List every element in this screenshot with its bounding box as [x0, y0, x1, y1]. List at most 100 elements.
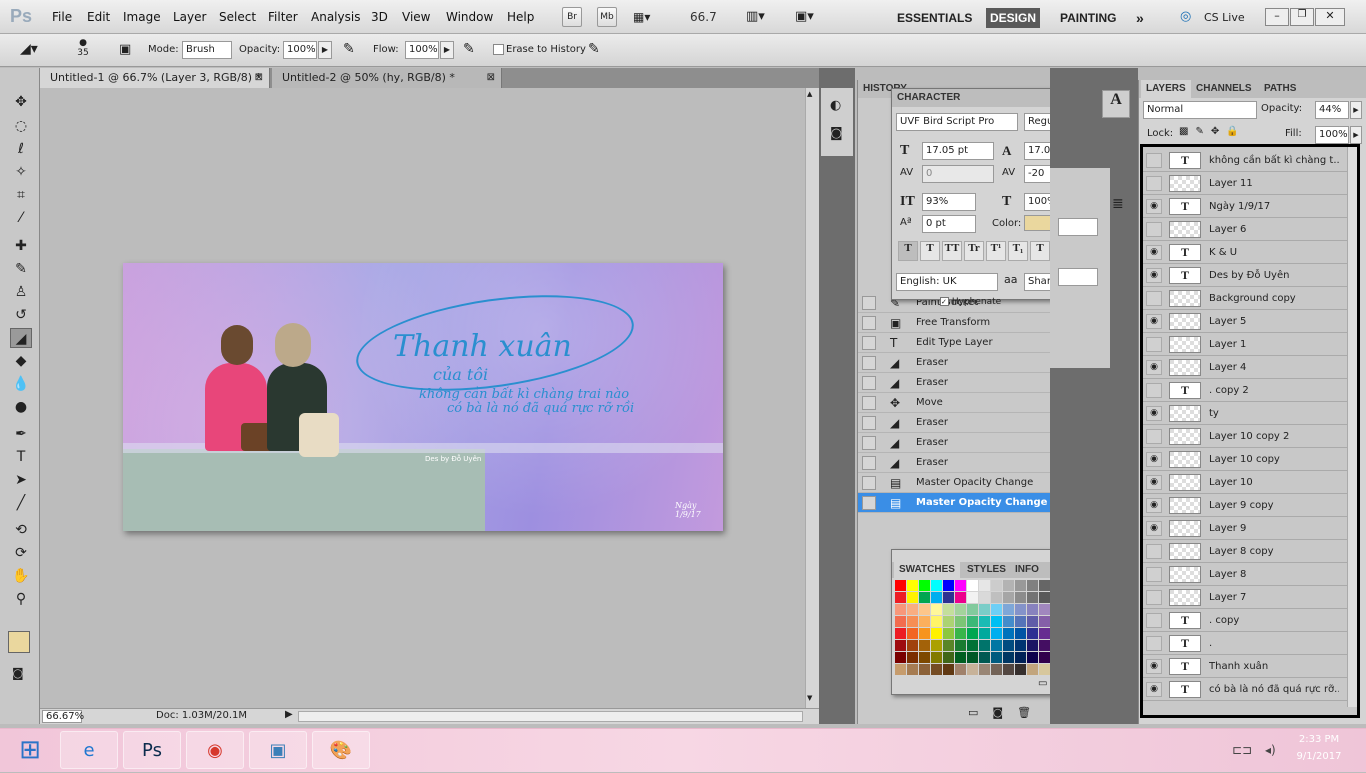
layer-thumbnail[interactable] — [1169, 290, 1201, 307]
eyedropper-tool-icon[interactable]: ⁄ — [10, 208, 32, 228]
visibility-toggle[interactable] — [1146, 153, 1162, 168]
menu-image[interactable]: Image — [123, 10, 161, 24]
color-swatch[interactable] — [931, 604, 942, 615]
flow-slider-button[interactable]: ▶ — [440, 41, 454, 59]
workspace-design[interactable]: DESIGN — [986, 8, 1041, 28]
history-item[interactable]: ◢ Eraser — [858, 373, 1050, 393]
history-item[interactable]: ✥ Move — [858, 393, 1050, 413]
history-item[interactable]: ▣ Free Transform — [858, 313, 1050, 333]
layer-row[interactable]: T. — [1143, 632, 1353, 655]
color-swatch[interactable] — [919, 580, 930, 591]
color-swatch[interactable] — [979, 664, 990, 675]
layer-opacity-input[interactable]: 44% — [1315, 101, 1349, 119]
color-swatch[interactable] — [907, 604, 918, 615]
history-snapshot-checkbox[interactable] — [862, 456, 876, 470]
start-button-icon[interactable]: ⊞ — [2, 731, 58, 769]
view-extras-icon[interactable]: ▦▾ — [633, 10, 650, 24]
paragraph-field[interactable] — [1058, 268, 1098, 286]
color-swatch[interactable] — [979, 616, 990, 627]
color-swatch[interactable] — [1015, 664, 1026, 675]
color-swatch[interactable] — [955, 652, 966, 663]
menu-file[interactable]: File — [52, 10, 72, 24]
visibility-toggle[interactable] — [1146, 222, 1162, 237]
3d-rotate-tool-icon[interactable]: ⟲ — [10, 520, 32, 540]
color-swatch[interactable] — [1039, 628, 1050, 639]
close-tab-icon[interactable]: ⊠ — [487, 68, 495, 87]
layer-row[interactable]: ◉ Layer 10 copy — [1143, 448, 1353, 471]
type-tool-icon[interactable]: T — [10, 447, 32, 467]
history-snapshot-checkbox[interactable] — [862, 356, 876, 370]
color-swatch[interactable] — [991, 592, 1002, 603]
layer-thumbnail[interactable] — [1169, 313, 1201, 330]
more-workspaces-icon[interactable]: » — [1132, 8, 1148, 28]
layer-row[interactable]: Layer 8 copy — [1143, 540, 1353, 563]
menu-edit[interactable]: Edit — [87, 10, 110, 24]
layer-row[interactable]: Layer 8 — [1143, 563, 1353, 586]
pen-tool-icon[interactable]: ✒ — [10, 424, 32, 444]
layer-thumbnail[interactable] — [1169, 336, 1201, 353]
color-swatch[interactable] — [931, 652, 942, 663]
eraser-tool-icon-active[interactable]: ◢ — [10, 328, 32, 348]
color-swatch[interactable] — [955, 604, 966, 615]
status-menu-arrow-icon[interactable]: ▶ — [285, 709, 293, 720]
color-swatch[interactable] — [1003, 664, 1014, 675]
color-swatch[interactable] — [919, 664, 930, 675]
color-swatch[interactable] — [895, 604, 906, 615]
color-swatch[interactable] — [967, 628, 978, 639]
brush-presets-icon[interactable]: ◐ — [830, 98, 841, 113]
color-swatch[interactable] — [979, 628, 990, 639]
paragraph-field[interactable] — [1058, 218, 1098, 236]
taskbar-paint-icon[interactable]: 🎨 — [312, 731, 370, 769]
color-swatch[interactable] — [919, 592, 930, 603]
move-tool-icon[interactable]: ✥ — [10, 92, 32, 112]
vertical-scale-input[interactable]: 93% — [922, 193, 976, 211]
layer-row[interactable]: Layer 11 — [1143, 172, 1353, 195]
color-swatch[interactable] — [979, 580, 990, 591]
color-swatch[interactable] — [1015, 604, 1026, 615]
layer-thumbnail[interactable] — [1169, 497, 1201, 514]
eye-icon[interactable]: ◉ — [1146, 475, 1162, 490]
brush-panel-icon[interactable]: ▣ — [119, 42, 131, 57]
document-canvas[interactable]: Thanh xuân của tôi không cần bất kì chàn… — [123, 263, 723, 531]
color-swatch[interactable] — [1039, 580, 1050, 591]
menu-filter[interactable]: Filter — [268, 10, 298, 24]
color-swatch[interactable] — [955, 664, 966, 675]
layer-row[interactable]: T . copy — [1143, 609, 1353, 632]
text-layer-thumbnail[interactable]: T — [1169, 152, 1201, 169]
color-swatch[interactable] — [943, 652, 954, 663]
opacity-input[interactable]: 100% — [283, 41, 317, 59]
eye-icon[interactable]: ◉ — [1146, 314, 1162, 329]
history-snapshot-checkbox[interactable] — [862, 336, 876, 350]
layer-row[interactable]: ◉ Layer 4 — [1143, 356, 1353, 379]
minimize-button[interactable]: – — [1265, 8, 1289, 26]
eye-icon[interactable]: ◉ — [1146, 498, 1162, 513]
pressure-size-icon[interactable]: ✎ — [588, 41, 600, 57]
color-swatch[interactable] — [1003, 652, 1014, 663]
color-swatch[interactable] — [943, 592, 954, 603]
layer-row[interactable]: Background copy — [1143, 287, 1353, 310]
layer-row[interactable]: ◉ T K & U — [1143, 241, 1353, 264]
history-snapshot-checkbox[interactable] — [862, 316, 876, 330]
cs-live-icon[interactable]: ◎ — [1180, 9, 1191, 24]
color-swatch[interactable] — [1039, 604, 1050, 615]
3d-orbit-tool-icon[interactable]: ⟳ — [10, 543, 32, 563]
visibility-toggle[interactable] — [1146, 590, 1162, 605]
color-swatch[interactable] — [907, 664, 918, 675]
opacity-slider-button[interactable]: ▶ — [318, 41, 332, 59]
color-swatch[interactable] — [943, 640, 954, 651]
history-snapshot-checkbox[interactable] — [862, 496, 876, 510]
history-brush-tool-icon[interactable]: ↺ — [10, 305, 32, 325]
layer-row[interactable]: Layer 6 — [1143, 218, 1353, 241]
tab-channels[interactable]: CHANNELS — [1191, 80, 1257, 98]
layer-thumbnail[interactable] — [1169, 405, 1201, 422]
text-layer-thumbnail[interactable]: T — [1169, 382, 1201, 399]
healing-brush-tool-icon[interactable]: ✚ — [10, 236, 32, 256]
menu-window[interactable]: Window — [446, 10, 493, 24]
color-swatch[interactable] — [1015, 616, 1026, 627]
layer-thumbnail[interactable] — [1169, 543, 1201, 560]
menu-3d[interactable]: 3D — [371, 10, 388, 24]
color-swatch[interactable] — [955, 616, 966, 627]
color-swatch[interactable] — [907, 592, 918, 603]
canvas-horizontal-scrollbar[interactable] — [298, 711, 803, 722]
scroll-up-arrow-icon[interactable]: ▲ — [807, 90, 812, 98]
